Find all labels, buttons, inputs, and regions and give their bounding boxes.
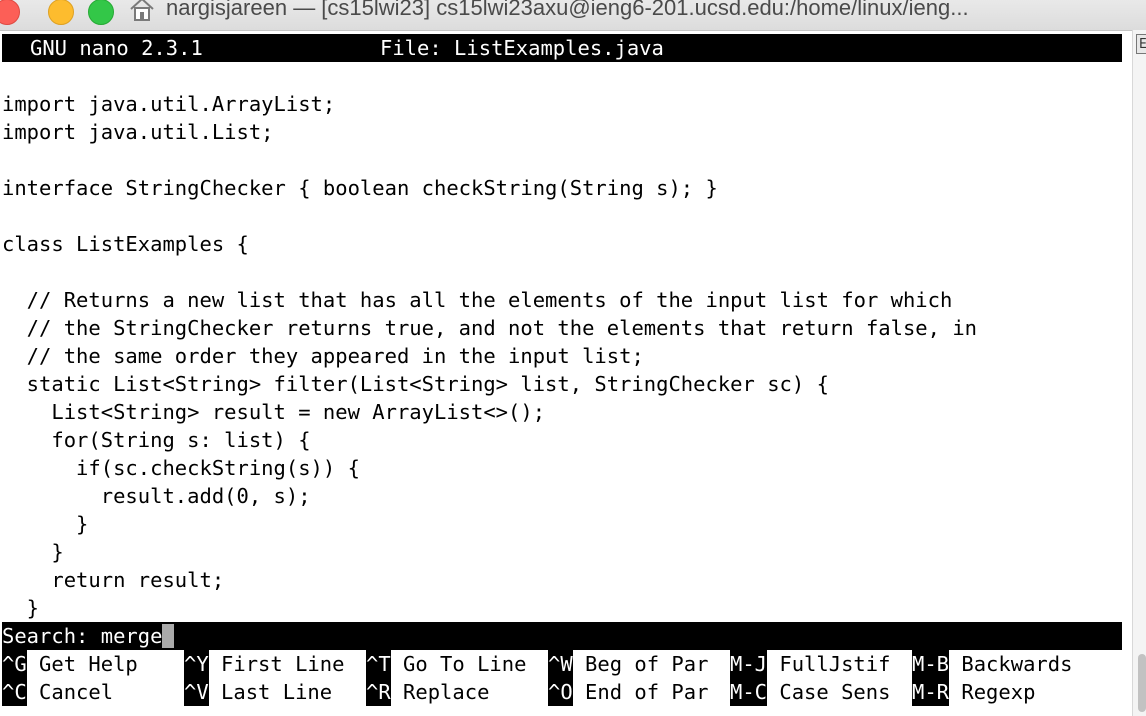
shortcut-label: Case Sens — [767, 680, 891, 704]
search-prompt-bar[interactable]: Search: merge — [2, 622, 1122, 650]
scrollbar-track[interactable] — [1132, 30, 1146, 716]
search-label: Search: — [2, 624, 101, 648]
shortcut-item: ^W Beg of Par — [548, 650, 730, 678]
code-line[interactable]: } — [2, 538, 1122, 566]
shortcut-key: ^G — [2, 650, 27, 678]
nano-version: GNU nano 2.3.1 — [30, 36, 203, 60]
shortcut-key: M-J — [730, 650, 768, 678]
nano-file-label: File: ListExamples.java — [380, 36, 664, 60]
shortcut-item: ^R Replace — [366, 678, 548, 706]
shortcut-key: M-R — [912, 678, 950, 706]
home-icon — [130, 0, 154, 21]
code-line[interactable]: result.add(0, s); — [2, 482, 1122, 510]
shortcut-key: ^W — [548, 650, 573, 678]
code-line[interactable]: // Returns a new list that has all the e… — [2, 286, 1122, 314]
shortcut-label: Go To Line — [390, 652, 527, 676]
window-title: nargisjareen — [cs15lwi23] cs15lwi23axu@… — [166, 0, 969, 20]
scrollbar-thumb[interactable] — [1138, 654, 1146, 712]
shortcut-label: First Line — [208, 652, 345, 676]
code-line[interactable]: // the StringChecker returns true, and n… — [2, 314, 1122, 342]
code-line[interactable] — [2, 146, 1122, 174]
code-line[interactable] — [2, 202, 1122, 230]
zoom-button[interactable] — [88, 0, 114, 25]
shortcut-key: ^Y — [184, 650, 209, 678]
shortcut-label: Regexp — [949, 680, 1036, 704]
shortcut-key: ^C — [2, 678, 27, 706]
shortcut-key: ^T — [366, 650, 391, 678]
code-line[interactable]: import java.util.ArrayList; — [2, 90, 1122, 118]
shortcut-item: ^C Cancel — [2, 678, 184, 706]
shortcut-key: ^V — [184, 678, 209, 706]
code-line[interactable]: // the same order they appeared in the i… — [2, 342, 1122, 370]
shortcut-label: Last Line — [208, 680, 333, 704]
shortcut-key: ^R — [366, 678, 391, 706]
shortcut-key: M-C — [730, 678, 768, 706]
shortcut-label: End of Par — [572, 680, 709, 704]
minimize-button[interactable] — [48, 0, 74, 25]
code-line[interactable]: static List<String> filter(List<String> … — [2, 370, 1122, 398]
shortcut-item: M-C Case Sens — [730, 678, 912, 706]
code-line[interactable]: import java.util.List; — [2, 118, 1122, 146]
terminal-area[interactable]: GNU nano 2.3.1 File: ListExamples.java i… — [2, 34, 1122, 716]
editor-buffer[interactable]: import java.util.ArrayList; import java.u… — [2, 62, 1122, 622]
shortcut-item: ^V Last Line — [184, 678, 366, 706]
shortcut-item: M-B Backwards — [912, 650, 1094, 678]
code-line[interactable]: class ListExamples { — [2, 230, 1122, 258]
shortcut-item: ^G Get Help — [2, 650, 184, 678]
shortcut-key: M-B — [912, 650, 950, 678]
shortcut-label: Beg of Par — [572, 652, 709, 676]
code-line[interactable]: for(String s: list) { — [2, 426, 1122, 454]
shortcut-label: Get Help — [26, 652, 138, 676]
text-cursor — [162, 624, 175, 648]
shortcut-label: Cancel — [26, 680, 114, 704]
shortcut-item: M-R Regexp — [912, 678, 1094, 706]
code-line[interactable]: } — [2, 510, 1122, 538]
scrollbar-tab[interactable]: E — [1136, 34, 1146, 54]
shortcut-bar-row-2: ^C Cancel ^V Last Line ^R Replace ^O End of… — [2, 678, 1122, 706]
code-line[interactable]: } — [2, 594, 1122, 622]
code-line[interactable]: interface StringChecker { boolean checkS… — [2, 174, 1122, 202]
code-line[interactable]: if(sc.checkString(s)) { — [2, 454, 1122, 482]
shortcut-key: ^O — [548, 678, 573, 706]
shortcut-item: ^Y First Line — [184, 650, 366, 678]
shortcut-item: M-J FullJstif — [730, 650, 912, 678]
shortcut-label: Replace — [390, 680, 490, 704]
shortcut-label: FullJstif — [767, 652, 891, 676]
shortcut-item: ^T Go To Line — [366, 650, 548, 678]
close-button[interactable] — [0, 0, 20, 25]
code-line[interactable] — [2, 258, 1122, 286]
nano-header: GNU nano 2.3.1 File: ListExamples.java — [2, 34, 1122, 62]
code-line[interactable]: return result; — [2, 566, 1122, 594]
window-titlebar: nargisjareen — [cs15lwi23] cs15lwi23axu@… — [0, 0, 1146, 31]
shortcut-bar-row-1: ^G Get Help ^Y First Line ^T Go To Line ^W … — [2, 650, 1122, 678]
code-line[interactable] — [2, 62, 1122, 90]
code-line[interactable]: List<String> result = new ArrayList<>(); — [2, 398, 1122, 426]
shortcut-label: Backwards — [949, 652, 1073, 676]
shortcut-item: ^O End of Par — [548, 678, 730, 706]
search-input[interactable]: merge — [101, 622, 163, 650]
